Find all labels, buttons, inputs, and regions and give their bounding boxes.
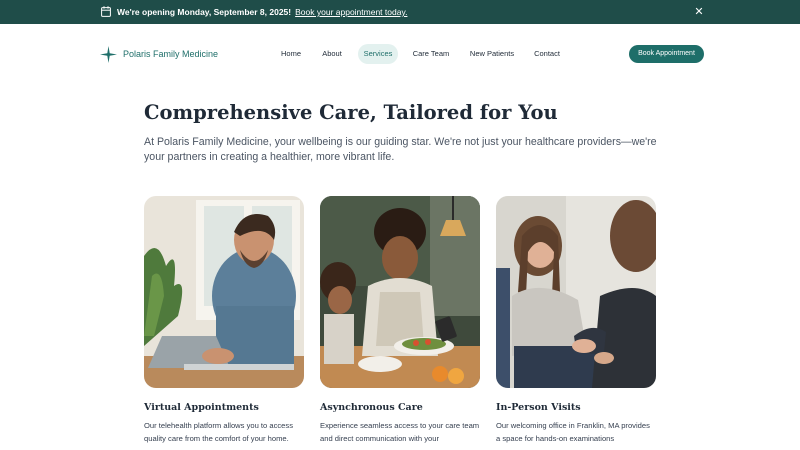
- book-appointment-button[interactable]: Book Appointment: [629, 45, 704, 63]
- nav-services[interactable]: Services: [358, 44, 398, 64]
- card-title: Virtual Appointments: [144, 402, 259, 413]
- service-card-in-person[interactable]: In-Person Visits Our welcoming office in…: [496, 196, 656, 443]
- nav-new-patients[interactable]: New Patients: [466, 44, 518, 64]
- card-title: Asynchronous Care: [320, 402, 423, 413]
- calendar-icon: [101, 6, 111, 17]
- virtual-appointment-photo: [144, 196, 304, 388]
- nav-care-team[interactable]: Care Team: [410, 44, 452, 64]
- page-title: Comprehensive Care, Tailored for You: [144, 101, 558, 124]
- site-logo[interactable]: Polaris Family Medicine: [100, 44, 218, 64]
- asynchronous-care-photo: [320, 196, 480, 388]
- nav-home[interactable]: Home: [277, 44, 305, 64]
- brand-name: Polaris Family Medicine: [123, 49, 219, 59]
- card-title: In-Person Visits: [496, 402, 581, 413]
- announcement-bar: We're opening Monday, September 8, 2025!…: [0, 0, 800, 24]
- service-card-virtual[interactable]: Virtual Appointments Our telehealth plat…: [144, 196, 304, 443]
- in-person-visit-photo: [496, 196, 656, 388]
- card-description: Our welcoming office in Franklin, MA pro…: [496, 421, 650, 443]
- announcement-book-link[interactable]: Book your appointment today.: [295, 7, 407, 17]
- star-icon: [100, 45, 117, 63]
- service-card-async[interactable]: Asynchronous Care Experience seamless ac…: [320, 196, 480, 443]
- announcement-text: We're opening Monday, September 8, 2025!…: [117, 0, 407, 24]
- card-description: Experience seamless access to your care …: [320, 421, 480, 443]
- nav-contact[interactable]: Contact: [531, 44, 563, 64]
- close-icon[interactable]: ✕: [693, 5, 705, 19]
- nav-about[interactable]: About: [318, 44, 346, 64]
- page-subtitle: At Polaris Family Medicine, your wellbei…: [144, 136, 657, 163]
- announcement-message: We're opening Monday, September 8, 2025!: [117, 7, 292, 17]
- card-description: Our telehealth platform allows you to ac…: [144, 421, 293, 443]
